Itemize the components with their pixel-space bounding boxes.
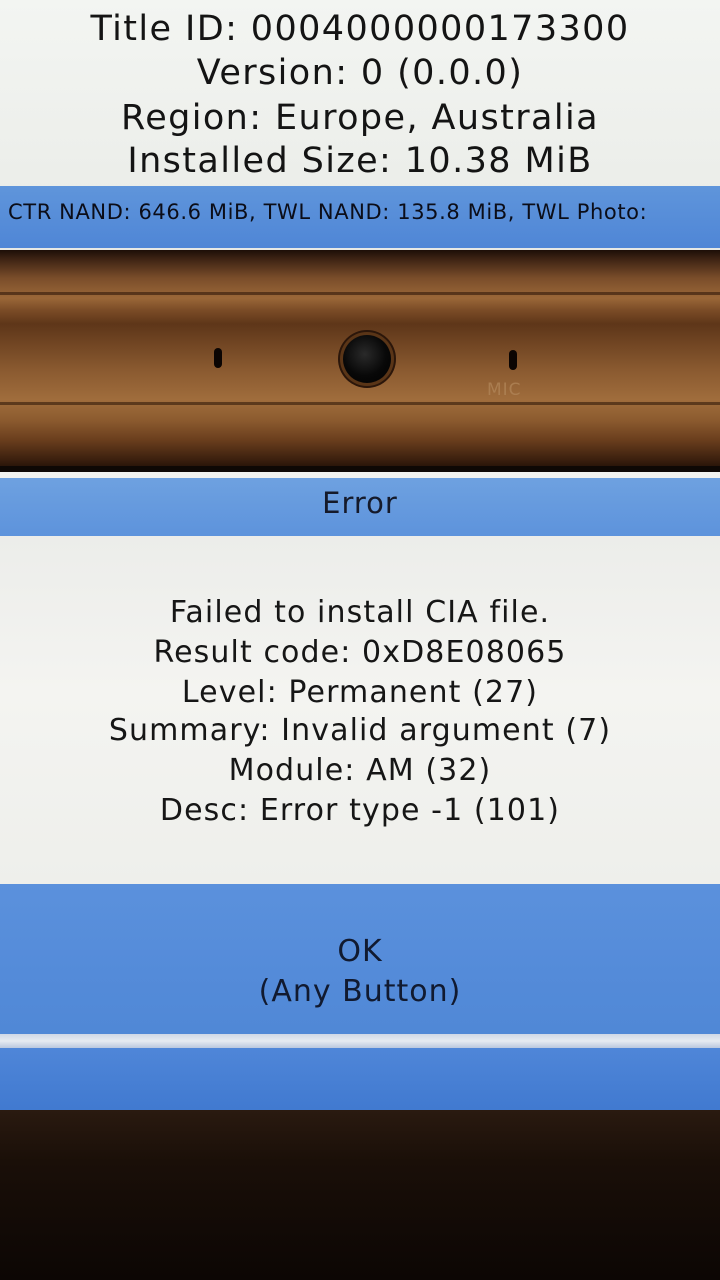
hinge-groove <box>0 402 720 405</box>
device-body <box>0 1110 720 1280</box>
title-id-text: Title ID: 0004000000173300 <box>90 9 630 49</box>
console-hinge: MIC <box>0 250 720 472</box>
storage-status-bar: CTR NAND: 646.6 MiB, TWL NAND: 135.8 MiB… <box>0 186 720 248</box>
description-line: Desc: Error type -1 (101) <box>159 793 561 828</box>
level-line: Level: Permanent (27) <box>181 675 539 710</box>
camera-lens-icon <box>343 335 391 383</box>
dialog-body: Failed to install CIA file. Result code:… <box>0 536 720 884</box>
region-text: Region: Europe, Australia <box>121 98 599 138</box>
storage-status-text: CTR NAND: 646.6 MiB, TWL NAND: 135.8 MiB… <box>8 200 648 224</box>
version-text: Version: 0 (0.0.0) <box>196 53 524 93</box>
hinge-groove <box>0 292 720 295</box>
installed-size-text: Installed Size: 10.38 MiB <box>127 141 593 181</box>
error-message-line: Failed to install CIA file. <box>169 595 551 630</box>
ok-button-label: OK <box>337 934 383 969</box>
ok-button[interactable]: OK (Any Button) <box>0 884 720 1034</box>
dialog-header: Error <box>0 478 720 536</box>
dialog-title: Error <box>322 486 398 520</box>
ok-button-hint: (Any Button) <box>258 974 462 1009</box>
indicator-slot-right <box>509 350 517 370</box>
indicator-slot-left <box>214 348 222 368</box>
result-code-line: Result code: 0xD8E08065 <box>153 635 567 670</box>
footer-divider <box>0 1034 720 1048</box>
footer-bar <box>0 1048 720 1118</box>
module-line: Module: AM (32) <box>228 753 492 788</box>
mic-label: MIC <box>487 380 522 400</box>
device-photo: Title ID: 0004000000173300 Version: 0 (0… <box>0 0 720 1280</box>
top-screen: Title ID: 0004000000173300 Version: 0 (0… <box>0 0 720 252</box>
summary-line: Summary: Invalid argument (7) <box>108 713 612 748</box>
bottom-screen: Error Failed to install CIA file. Result… <box>0 466 720 1118</box>
